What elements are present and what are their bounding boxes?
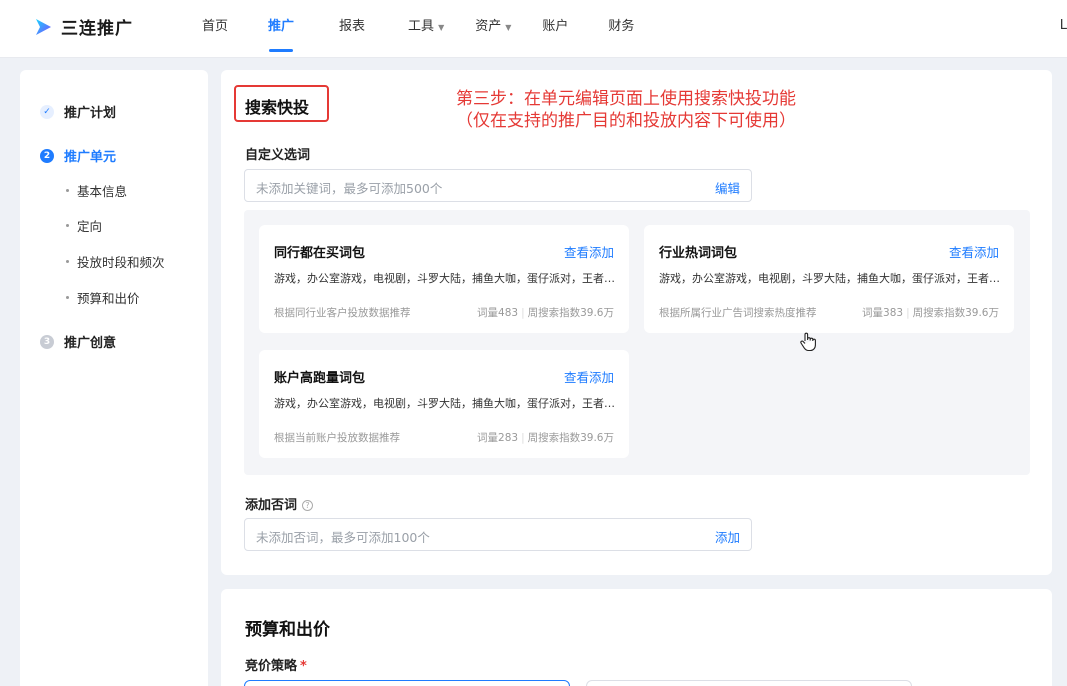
negative-words-input[interactable]: 未添加否词，最多可添加100个 添加 <box>244 518 752 551</box>
pack-words: 游戏，办公室游戏，电视剧，斗罗大陆，捕鱼大咖，蛋仔派对，王者荣耀 <box>274 272 619 285</box>
pack-title: 行业热词词包 <box>659 246 738 261</box>
tutorial-annotation: 第三步：在单元编辑页面上使用搜索快投功能 （仅在支持的推广目的和投放内容下可使用… <box>456 89 796 131</box>
app-logo[interactable]: 三连推广 <box>33 14 133 39</box>
step-label: 推广单元 <box>64 150 117 165</box>
chevron-down-icon: ▼ <box>505 23 512 32</box>
budget-bid-card: 预算和出价 竞价策略 * <box>221 589 1052 686</box>
pack-source: 根据所属行业广告词搜索热度推荐 <box>659 307 817 319</box>
pack-title: 同行都在买词包 <box>274 246 366 261</box>
pack-source: 根据同行业客户投放数据推荐 <box>274 307 411 319</box>
pack-stats: 词量383 | 周搜索指数39.6万 <box>862 307 999 319</box>
view-add-link[interactable]: 查看添加 <box>564 367 614 386</box>
main-nav: 首页 推广 报表 工具 ▼ 资产 ▼ 账户 财务 <box>202 0 634 58</box>
nav-item-reports[interactable]: 报表 <box>339 0 365 58</box>
nav-item-account[interactable]: 账户 <box>542 0 568 58</box>
help-icon[interactable]: ? <box>302 500 314 511</box>
input-placeholder: 未添加关键词，最多可添加500个 <box>256 181 443 196</box>
top-nav-bar: 三连推广 首页 推广 报表 工具 ▼ 资产 ▼ 账户 财务 L <box>0 0 1067 58</box>
play-logo-icon <box>36 18 51 35</box>
step-label: 推广创意 <box>64 336 117 351</box>
step-label: 推广计划 <box>64 106 117 121</box>
nav-item-tools[interactable]: 工具 ▼ <box>408 0 444 58</box>
search-quick-card: 搜索快投 第三步：在单元编辑页面上使用搜索快投功能 （仅在支持的推广目的和投放内… <box>221 70 1052 575</box>
substep-basic-info[interactable]: 基本信息 <box>66 181 127 200</box>
pack-words: 游戏，办公室游戏，电视剧，斗罗大陆，捕鱼大咖，蛋仔派对，王者荣耀 <box>274 397 619 410</box>
bullet-dot <box>66 260 69 263</box>
view-add-link[interactable]: 查看添加 <box>564 242 614 261</box>
chevron-down-icon: ▼ <box>438 23 445 32</box>
check-icon: ✓ <box>40 104 54 119</box>
pack-stats: 词量283 | 周搜索指数39.6万 <box>477 432 614 444</box>
bid-strategy-option[interactable] <box>244 680 570 686</box>
nav-item-promotion[interactable]: 推广 <box>268 0 294 58</box>
step-unit[interactable]: 2 推广单元 <box>40 146 116 165</box>
step-creative[interactable]: 3 推广创意 <box>40 332 116 351</box>
nav-item-assets[interactable]: 资产 ▼ <box>475 0 511 58</box>
bullet-dot <box>66 224 69 227</box>
nav-item-home[interactable]: 首页 <box>202 0 228 58</box>
edit-words-button[interactable]: 编辑 <box>715 178 740 197</box>
pack-title: 账户高跑量词包 <box>274 371 366 386</box>
nav-item-finance[interactable]: 财务 <box>608 0 634 58</box>
bullet-dot <box>66 189 69 192</box>
section-title: 预算和出价 <box>245 620 330 640</box>
app-name: 三连推广 <box>61 19 133 39</box>
pack-words: 游戏，办公室游戏，电视剧，斗罗大陆，捕鱼大咖，蛋仔派对，王者荣耀 <box>659 272 1004 285</box>
input-placeholder: 未添加否词，最多可添加100个 <box>256 530 430 545</box>
substep-budget[interactable]: 预算和出价 <box>66 288 140 307</box>
word-pack-card: 账户高跑量词包 查看添加 游戏，办公室游戏，电视剧，斗罗大陆，捕鱼大咖，蛋仔派对… <box>259 350 629 458</box>
step-number-badge: 3 <box>40 334 54 349</box>
negative-words-label: 添加否词? <box>245 494 314 513</box>
hand-pointer-cursor-icon <box>800 332 816 352</box>
required-mark: * <box>300 659 307 674</box>
step-campaign[interactable]: ✓ 推广计划 <box>40 102 116 121</box>
step-sidebar: ✓ 推广计划 2 推广单元 基本信息 定向 投放时段和频次 预算和出价 3 推广… <box>20 70 208 686</box>
word-pack-card: 同行都在买词包 查看添加 游戏，办公室游戏，电视剧，斗罗大陆，捕鱼大咖，蛋仔派对… <box>259 225 629 333</box>
bid-strategy-label: 竞价策略 * <box>245 659 307 674</box>
word-packs-area: 同行都在买词包 查看添加 游戏，办公室游戏，电视剧，斗罗大陆，捕鱼大咖，蛋仔派对… <box>244 210 1030 475</box>
step-number-badge: 2 <box>40 148 54 163</box>
substep-schedule[interactable]: 投放时段和频次 <box>66 252 165 271</box>
section-title: 搜索快投 <box>245 98 310 117</box>
top-right-partial-text: L <box>1059 18 1067 33</box>
bid-strategy-option[interactable] <box>586 680 912 686</box>
word-pack-card: 行业热词词包 查看添加 游戏，办公室游戏，电视剧，斗罗大陆，捕鱼大咖，蛋仔派对，… <box>644 225 1014 333</box>
pack-stats: 词量483 | 周搜索指数39.6万 <box>477 307 614 319</box>
custom-words-input[interactable]: 未添加关键词，最多可添加500个 编辑 <box>244 169 752 202</box>
pack-source: 根据当前账户投放数据推荐 <box>274 432 400 444</box>
view-add-link[interactable]: 查看添加 <box>949 242 999 261</box>
add-negative-words-button[interactable]: 添加 <box>715 527 740 546</box>
bullet-dot <box>66 296 69 299</box>
custom-words-label: 自定义选词 <box>245 148 311 163</box>
substep-targeting[interactable]: 定向 <box>66 216 102 235</box>
